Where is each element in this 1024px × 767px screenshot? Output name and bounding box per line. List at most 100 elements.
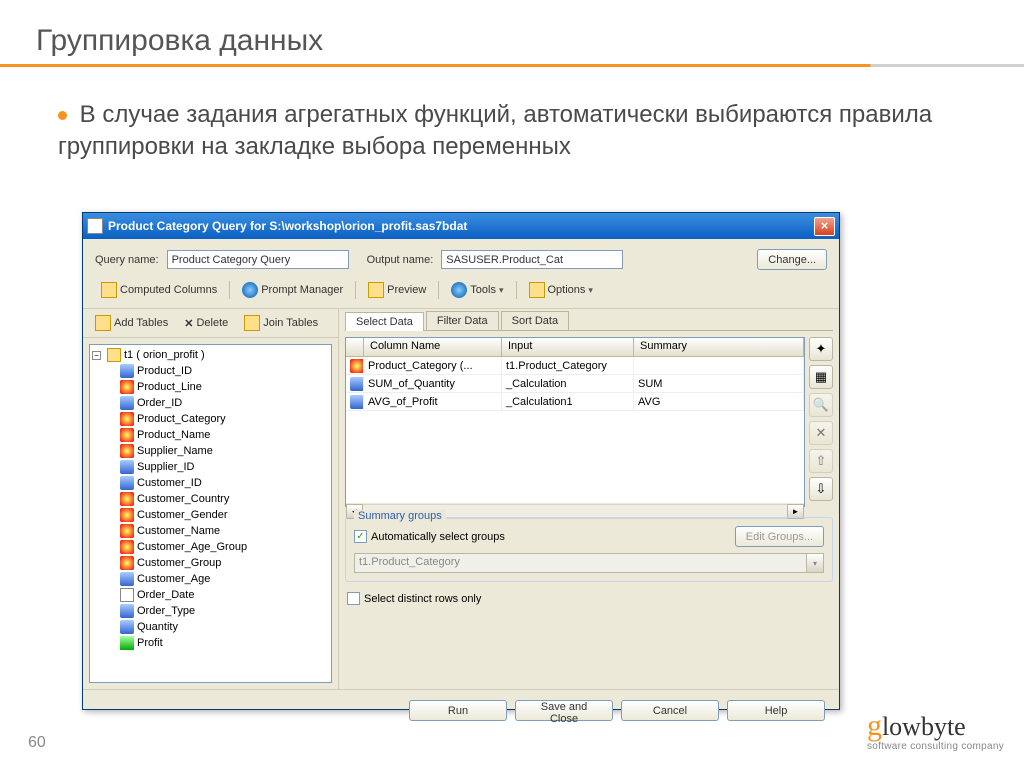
save-close-button[interactable]: Save and Close [515,700,613,721]
properties-button[interactable]: ▦ [809,365,833,389]
move-up-button[interactable]: ⇧ [809,449,833,473]
query-name-label: Query name: [95,254,159,266]
column-type-icon [120,620,134,634]
auto-select-checkbox[interactable]: ✓ [354,530,367,543]
tree-column-Customer_Name[interactable]: Customer_Name [92,523,329,539]
column-type-icon [120,508,134,522]
summary-groups-title: Summary groups [354,510,446,522]
remove-button[interactable]: ✕ [809,421,833,445]
tree-column-Customer_Gender[interactable]: Customer_Gender [92,507,329,523]
groups-combo-value: t1.Product_Category [354,553,807,573]
tree-column-Customer_Age_Group[interactable]: Customer_Age_Group [92,539,329,555]
col-header-name[interactable]: Column Name [364,338,502,356]
columns-grid[interactable]: Column Name Input Summary Product_Catego… [345,337,805,507]
tables-panel: Add Tables ✕Delete Join Tables − t1 ( or… [83,309,339,689]
cancel-button[interactable]: Cancel [621,700,719,721]
distinct-checkbox[interactable] [347,592,360,605]
tree-column-Customer_Country[interactable]: Customer_Country [92,491,329,507]
tree-column-Customer_ID[interactable]: Customer_ID [92,475,329,491]
grid-empty-area [346,411,804,503]
add-column-button[interactable]: ✦ [809,337,833,361]
tab-select-data[interactable]: Select Data [345,312,424,331]
prompt-icon [242,282,258,298]
tree-column-Profit[interactable]: Profit [92,635,329,651]
column-type-icon [120,540,134,554]
help-button[interactable]: Help [727,700,825,721]
delete-button[interactable]: ✕Delete [178,315,234,332]
tab-sort-data[interactable]: Sort Data [501,311,569,330]
preview-icon [368,282,384,298]
title-divider [0,64,1024,67]
tree-column-Customer_Group[interactable]: Customer_Group [92,555,329,571]
grid-row[interactable]: AVG_of_Profit_Calculation1AVG [346,393,804,411]
tree-column-Product_Category[interactable]: Product_Category [92,411,329,427]
app-icon [87,218,103,234]
output-name-input[interactable] [441,250,623,269]
bullet-icon [58,111,67,120]
column-type-icon [120,556,134,570]
tools-dropdown[interactable]: Tools [445,280,509,300]
toolbar-divider [516,281,517,299]
join-tables-button[interactable]: Join Tables [238,313,324,333]
grid-row[interactable]: SUM_of_Quantity_CalculationSUM [346,375,804,393]
distinct-label: Select distinct rows only [364,593,481,605]
tree-column-Customer_Age[interactable]: Customer_Age [92,571,329,587]
tree-column-Quantity[interactable]: Quantity [92,619,329,635]
view-button[interactable]: 🔍 [809,393,833,417]
tree-column-Supplier_Name[interactable]: Supplier_Name [92,443,329,459]
table-icon [107,348,121,362]
run-button[interactable]: Run [409,700,507,721]
tables-toolbar: Add Tables ✕Delete Join Tables [83,309,338,338]
titlebar[interactable]: Product Category Query for S:\workshop\o… [83,213,839,239]
tree-column-Supplier_ID[interactable]: Supplier_ID [92,459,329,475]
page-number: 60 [28,734,46,752]
preview-button[interactable]: Preview [362,280,432,300]
column-type-icon [120,460,134,474]
col-header-summary[interactable]: Summary [634,338,804,356]
col-header-input[interactable]: Input [502,338,634,356]
tree-root-node[interactable]: − t1 ( orion_profit ) [92,347,329,363]
tree-column-Order_ID[interactable]: Order_ID [92,395,329,411]
column-type-icon [120,364,134,378]
column-type-icon [120,396,134,410]
column-type-icon [120,604,134,618]
join-icon [244,315,260,331]
secondary-toolbar: Computed Columns Prompt Manager Preview … [83,276,839,309]
combo-dropdown-icon[interactable]: ▾ [807,553,824,573]
column-type-icon [120,588,134,602]
grid-header: Column Name Input Summary [346,338,804,357]
row-type-icon [350,395,364,409]
grid-corner [346,338,364,356]
close-icon[interactable]: × [814,217,835,236]
change-button[interactable]: Change... [757,249,827,270]
data-panel: Select Data Filter Data Sort Data Column… [339,309,839,689]
tree-column-Order_Type[interactable]: Order_Type [92,603,329,619]
groups-combo[interactable]: t1.Product_Category ▾ [354,553,824,573]
row-type-icon [350,377,364,391]
move-down-button[interactable]: ⇩ [809,477,833,501]
row-type-icon [350,359,364,373]
query-dialog: Product Category Query for S:\workshop\o… [82,212,840,710]
auto-groups-row: ✓ Automatically select groups Edit Group… [354,526,824,547]
tree-column-Product_ID[interactable]: Product_ID [92,363,329,379]
query-name-input[interactable] [167,250,349,269]
window-title: Product Category Query for S:\workshop\o… [108,219,814,233]
columns-tree[interactable]: − t1 ( orion_profit ) Product_IDProduct_… [89,344,332,683]
tree-column-Product_Line[interactable]: Product_Line [92,379,329,395]
grid-row[interactable]: Product_Category (...t1.Product_Category [346,357,804,375]
add-tables-button[interactable]: Add Tables [89,313,174,333]
delete-icon: ✕ [184,317,193,330]
tree-column-Product_Name[interactable]: Product_Name [92,427,329,443]
collapse-icon[interactable]: − [92,351,101,360]
prompt-manager-button[interactable]: Prompt Manager [236,280,349,300]
company-logo: glowbyte software consulting company [867,709,1004,752]
options-dropdown[interactable]: Options [523,280,599,300]
tab-bar: Select Data Filter Data Sort Data [345,311,833,331]
name-row: Query name: Output name: Change... [83,239,839,276]
bullet-content: В случае задания агрегатных функций, авт… [58,101,932,160]
tab-filter-data[interactable]: Filter Data [426,311,499,330]
grid-icon [101,282,117,298]
computed-columns-button[interactable]: Computed Columns [95,280,223,300]
tree-column-Order_Date[interactable]: Order_Date [92,587,329,603]
column-type-icon [120,444,134,458]
